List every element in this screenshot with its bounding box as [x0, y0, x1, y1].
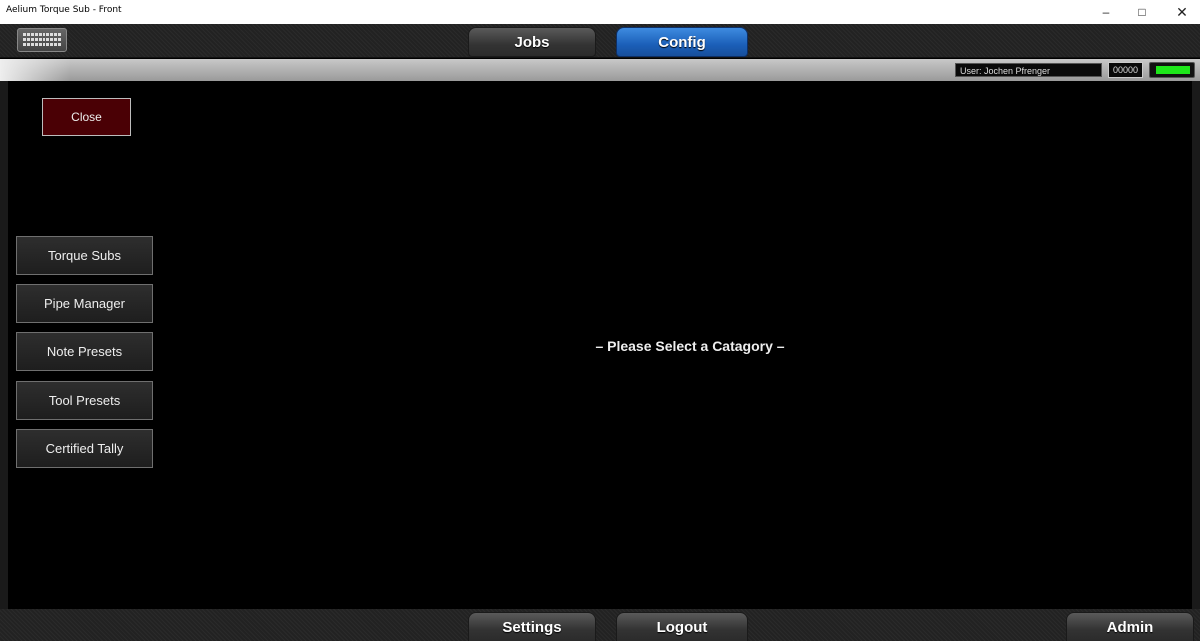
- restore-icon[interactable]: □: [1124, 0, 1160, 24]
- status-bar: User: Jochen Pfrenger 00000: [0, 59, 1200, 81]
- category-torque-subs-button[interactable]: Torque Subs: [16, 236, 153, 275]
- right-border: [1192, 81, 1200, 609]
- connection-led: [1156, 66, 1190, 74]
- category-tool-presets-button[interactable]: Tool Presets: [16, 381, 153, 420]
- close-button[interactable]: Close: [42, 98, 131, 136]
- category-note-presets-button[interactable]: Note Presets: [16, 332, 153, 371]
- window-title: Aelium Torque Sub - Front: [6, 5, 122, 15]
- admin-button[interactable]: Admin: [1066, 612, 1194, 641]
- category-certified-tally-button[interactable]: Certified Tally: [16, 429, 153, 468]
- window-close-icon[interactable]: ✕: [1164, 0, 1200, 24]
- counter-display: 00000: [1108, 62, 1143, 78]
- app-window: Jobs Config User: Jochen Pfrenger 00000 …: [0, 24, 1200, 641]
- connection-status-indicator: [1149, 62, 1195, 78]
- settings-button[interactable]: Settings: [468, 612, 596, 641]
- current-user: User: Jochen Pfrenger: [955, 63, 1102, 77]
- window-titlebar: Aelium Torque Sub - Front – □ ✕: [0, 0, 1200, 24]
- status-bar-sheen: [0, 59, 70, 81]
- tab-jobs[interactable]: Jobs: [468, 27, 596, 57]
- tab-config[interactable]: Config: [616, 27, 748, 57]
- minimize-icon[interactable]: –: [1088, 0, 1124, 24]
- category-pipe-manager-button[interactable]: Pipe Manager: [16, 284, 153, 323]
- keyboard-icon[interactable]: [17, 28, 67, 52]
- left-border: [0, 81, 8, 609]
- bottom-toolbar: Settings Logout Admin: [0, 609, 1200, 641]
- select-category-message: – Please Select a Catagory –: [595, 338, 785, 354]
- top-toolbar: Jobs Config: [0, 24, 1200, 58]
- logout-button[interactable]: Logout: [616, 612, 748, 641]
